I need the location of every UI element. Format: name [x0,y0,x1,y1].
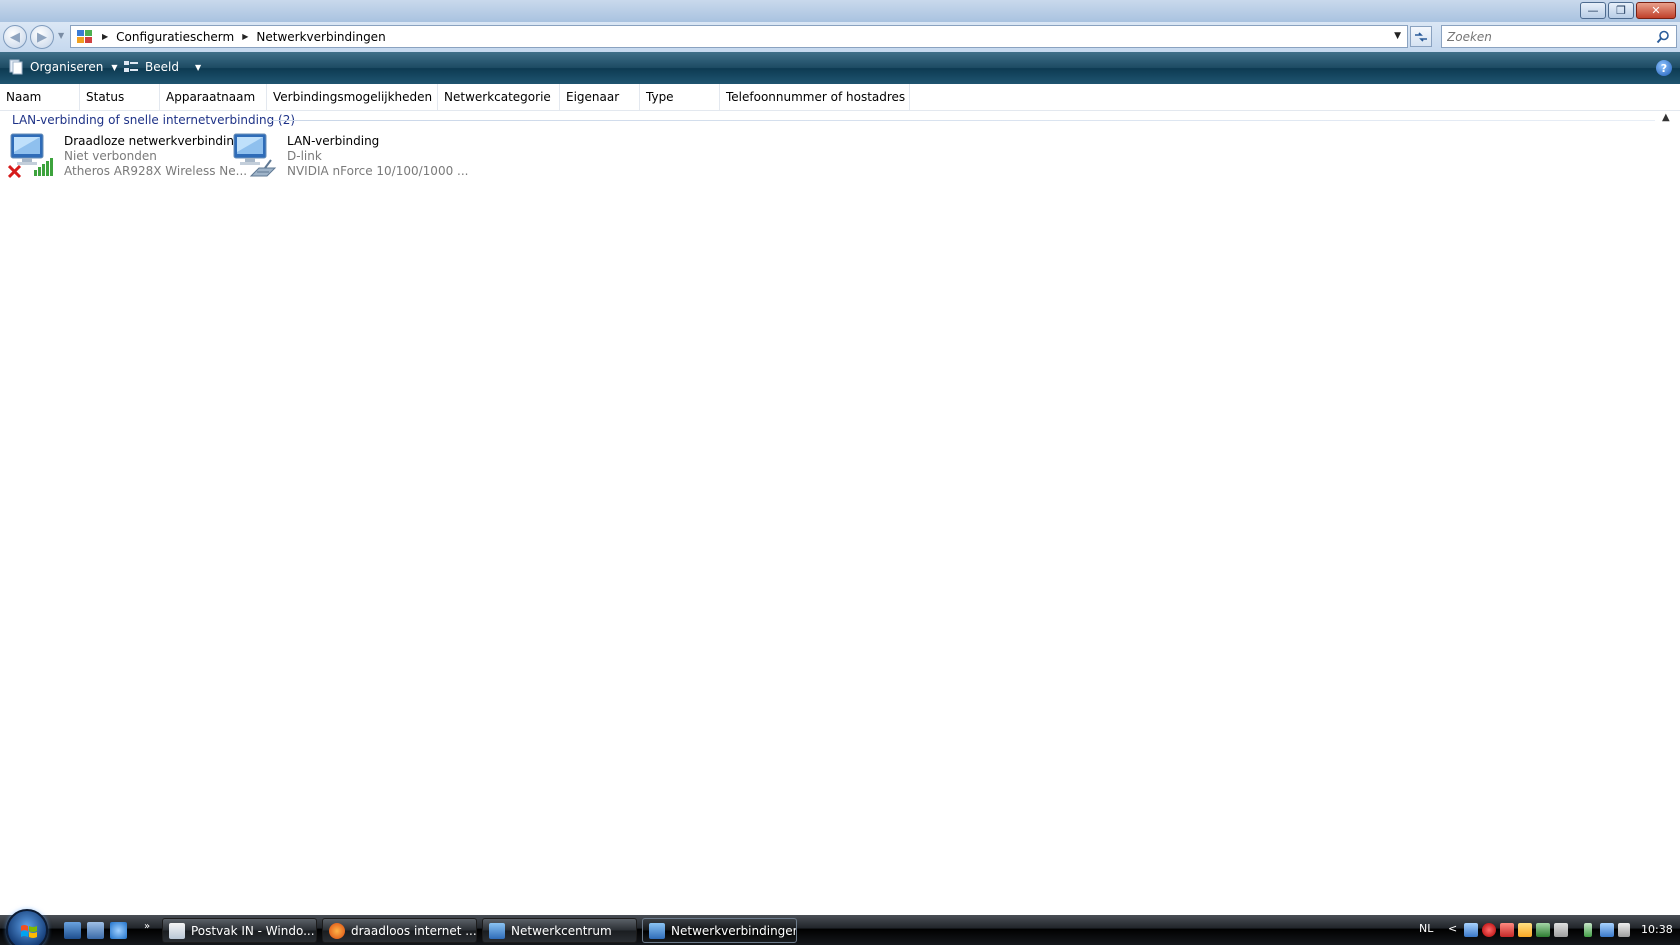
chevron-down-icon: ▼ [111,62,118,72]
item-name: Draadloze netwerkverbinding [64,134,242,148]
chevron-down-icon[interactable]: ▼ [195,63,201,72]
taskbar-button-network-center[interactable]: Netwerkcentrum [482,918,637,943]
organize-button[interactable]: Organiseren ▼ [8,59,118,75]
column-header-owner[interactable]: Eigenaar [560,84,640,111]
forward-button[interactable]: ▶ [30,25,54,49]
list-item-wireless-connection[interactable]: Draadloze netwerkverbinding Niet verbond… [7,132,247,180]
close-button[interactable]: ✕ [1636,2,1676,19]
tray-device-icon[interactable] [1554,923,1568,937]
item-status: D-link [287,149,322,163]
minimize-button[interactable]: — [1580,2,1606,19]
recent-pages-dropdown-icon[interactable]: ▼ [58,31,64,40]
organize-icon [9,59,23,75]
taskbar-button-label: draadloos internet ... [351,923,477,938]
taskbar-button-mail[interactable]: Postvak IN - Windo... [162,918,317,943]
tray-warning-icon[interactable] [1518,923,1532,937]
language-indicator[interactable]: NL [1419,922,1433,935]
mail-icon [169,922,185,939]
group-header[interactable]: LAN-verbinding of snelle internetverbind… [0,111,1680,129]
view-label: Beeld [145,60,179,74]
command-bar: Organiseren ▼ Beeld ▼ ? [0,52,1680,84]
tray-network-icon[interactable] [1464,923,1478,937]
window-controls: — ❐ ✕ [1580,2,1676,19]
wireless-network-icon [7,132,56,180]
lan-network-icon [231,132,279,180]
help-button[interactable]: ? [1656,60,1672,76]
taskbar-button-label: Netwerkverbindingen [671,923,797,938]
chevron-up-icon[interactable]: ▲ [1662,112,1670,123]
taskbar-button-firefox[interactable]: draadloos internet ... [322,918,477,943]
search-icon[interactable] [1656,30,1670,44]
switch-windows-icon[interactable] [87,922,104,939]
taskbar: » Postvak IN - Windo... draadloos intern… [0,909,1680,945]
back-arrow-icon: ◀ [10,29,20,45]
group-divider [270,120,1655,121]
forward-arrow-icon: ▶ [37,29,47,45]
start-button[interactable] [6,909,48,945]
restore-button[interactable]: ❐ [1608,2,1634,19]
column-header-status[interactable]: Status [80,84,160,111]
windows-logo-icon [21,925,37,938]
item-device: NVIDIA nForce 10/100/1000 ... [287,164,469,178]
network-center-icon [489,922,505,939]
title-bar: — ❐ ✕ [0,0,1680,22]
column-header-network-category[interactable]: Netwerkcategorie [438,84,560,111]
item-name: LAN-verbinding [287,134,380,148]
back-button[interactable]: ◀ [3,25,27,49]
internet-explorer-icon[interactable] [110,922,127,939]
column-header-device-name[interactable]: Apparaatnaam [160,84,267,111]
taskbar-button-network-connections[interactable]: Netwerkverbindingen [642,918,797,943]
search-box [1441,25,1677,48]
column-header-connectivity[interactable]: Verbindingsmogelijkheden [267,84,438,111]
show-hidden-icons-icon[interactable]: < [1448,922,1457,935]
taskbar-button-label: Netwerkcentrum [511,923,612,938]
tray-volume-icon[interactable] [1618,923,1630,937]
refresh-icon [1415,31,1427,42]
breadcrumb-arrow-icon[interactable]: ▶ [242,32,248,41]
network-connections-icon [649,922,665,939]
quick-launch-more-icon[interactable]: » [144,921,150,932]
breadcrumb-network-connections[interactable]: Netwerkverbindingen [256,30,385,44]
organize-label: Organiseren [30,60,104,74]
item-details: LAN-verbinding D-link NVIDIA nForce 10/1… [287,132,468,180]
item-status: Niet verbonden [64,149,157,163]
column-header-row: Naam Status Apparaatnaam Verbindingsmoge… [0,84,1680,111]
tray-network-status-icon[interactable] [1600,923,1614,937]
column-header-type[interactable]: Type [640,84,720,111]
item-device: Atheros AR928X Wireless Ne... [64,164,248,178]
control-panel-icon [76,29,94,45]
navigation-bar: ◀ ▶ ▼ ▶ Configuratiescherm ▶ Netwerkverb… [0,22,1680,52]
tray-update-icon[interactable] [1536,923,1550,937]
item-details: Draadloze netwerkverbinding Niet verbond… [64,132,247,180]
view-button[interactable]: Beeld ▼ [123,59,201,75]
view-icon [124,61,138,72]
clock[interactable]: 10:38 [1641,923,1673,936]
tray-battery-icon[interactable] [1584,923,1592,937]
tray-security-alert-icon[interactable] [1482,923,1496,937]
firefox-icon [329,922,345,939]
refresh-button[interactable] [1410,26,1432,47]
column-header-name[interactable]: Naam [0,84,80,111]
tray-antivirus-icon[interactable] [1500,923,1514,937]
group-header-label[interactable]: LAN-verbinding of snelle internetverbind… [12,113,295,127]
show-desktop-icon[interactable] [64,922,81,939]
address-bar[interactable]: ▶ Configuratiescherm ▶ Netwerkverbinding… [70,25,1408,48]
search-input[interactable] [1447,29,1647,44]
list-item-lan-connection[interactable]: LAN-verbinding D-link NVIDIA nForce 10/1… [231,132,468,180]
column-header-phone-or-host[interactable]: Telefoonnummer of hostadres [720,84,910,111]
taskbar-button-label: Postvak IN - Windo... [191,923,315,938]
breadcrumb-control-panel[interactable]: Configuratiescherm [116,30,234,44]
breadcrumb-arrow-icon[interactable]: ▶ [102,32,108,41]
address-dropdown-icon[interactable]: ▼ [1394,31,1401,41]
